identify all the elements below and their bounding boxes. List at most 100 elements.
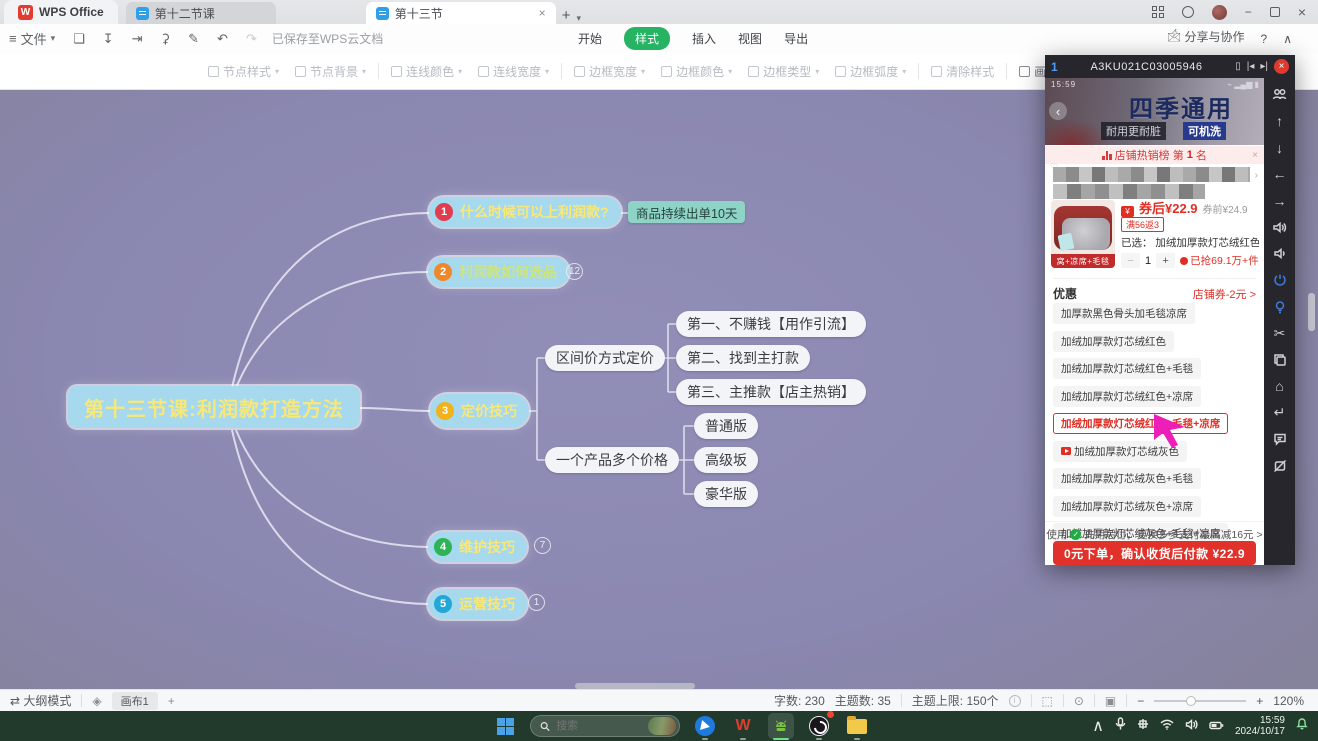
doc-tab-1[interactable]: 第十二节课 — [126, 2, 276, 24]
line-color-button[interactable]: 连线颜色▾ — [391, 63, 462, 80]
edit-pen-icon[interactable]: ✎ — [179, 31, 208, 47]
branch-1[interactable]: 1 什么时候可以上利润款? — [429, 197, 621, 227]
node-background-button[interactable]: 节点背景▾ — [295, 63, 366, 80]
border-radius-button[interactable]: 边框弧度▾ — [835, 63, 906, 80]
doc-tab-2[interactable]: 第十三节 × — [366, 2, 556, 24]
branch-2-collapsed-count[interactable]: 12 — [566, 263, 583, 280]
collapse-ribbon-icon[interactable]: ∧ — [1283, 32, 1292, 46]
bulb-icon[interactable] — [1271, 298, 1288, 315]
microphone-icon[interactable] — [1115, 717, 1126, 735]
order-cta-button[interactable]: 0元下单，确认收货后付款 ¥22.9 — [1053, 541, 1256, 565]
close-tab-icon[interactable]: × — [539, 6, 546, 20]
version-item-1[interactable]: 普通版 — [694, 413, 758, 439]
battery-icon[interactable] — [1209, 717, 1224, 735]
android-emulator-app[interactable] — [768, 713, 794, 739]
search-input[interactable] — [556, 720, 642, 732]
taskbar-search[interactable] — [530, 715, 680, 737]
share-button[interactable]: 🖄 分享与协作 — [1167, 28, 1244, 49]
tab-list-caret-icon[interactable]: ▾ — [576, 13, 581, 24]
menu-start[interactable]: 开始 — [578, 30, 602, 47]
branch-3[interactable]: 3 定价技巧 — [430, 394, 529, 428]
volume-down-icon[interactable] — [1271, 245, 1288, 262]
center-view-icon[interactable]: ⊙ — [1074, 694, 1084, 708]
pricing-group-2[interactable]: 一个产品多个价格 — [545, 447, 679, 473]
locate-icon[interactable]: ⬚ — [1042, 694, 1053, 708]
version-item-2[interactable]: 高级坂 — [694, 447, 758, 473]
version-item-3[interactable]: 豪华版 — [694, 481, 758, 507]
notification-bell-icon[interactable] — [1296, 717, 1308, 735]
next-device-icon[interactable]: ▸| — [1260, 61, 1268, 72]
branch-2[interactable]: 2 利润款如何选品 — [428, 257, 569, 287]
branch-4[interactable]: 4 维护技巧 — [428, 532, 527, 562]
qty-plus-button[interactable]: + — [1156, 253, 1175, 268]
branch-5-collapsed-count[interactable]: 1 — [528, 594, 545, 611]
menu-view[interactable]: 视图 — [738, 30, 762, 47]
zoom-out-button[interactable]: − — [1137, 694, 1144, 708]
branch-5[interactable]: 5 运营技巧 — [428, 589, 527, 619]
home-icon[interactable]: ⌂ — [1271, 378, 1288, 395]
branch-4-collapsed-count[interactable]: 7 — [534, 537, 551, 554]
file-menu[interactable]: ≡ 文件 ▾ — [0, 29, 64, 48]
volume-up-icon[interactable] — [1271, 219, 1288, 236]
zoom-in-button[interactable]: + — [1256, 694, 1263, 708]
sku-option[interactable]: 加绒加厚款灯芯绒红色+毛毯 — [1053, 358, 1201, 379]
node-style-button[interactable]: 节点样式▾ — [208, 63, 279, 80]
sku-option[interactable]: 加绒加厚款灯芯绒灰色+毛毯 — [1053, 468, 1201, 489]
border-type-button[interactable]: 边框类型▾ — [748, 63, 819, 80]
add-canvas-button[interactable]: + — [168, 694, 175, 708]
obs-app[interactable] — [806, 713, 832, 739]
arrow-right-icon[interactable]: → — [1271, 192, 1288, 209]
sku-option[interactable]: 加绒加厚款灯芯绒红色+凉席 — [1053, 386, 1201, 407]
sku-option[interactable]: 加绒加厚款灯芯绒红色 — [1053, 331, 1174, 352]
close-window-button[interactable]: × — [1298, 4, 1306, 20]
help-icon[interactable]: ? — [1261, 32, 1268, 46]
arrow-left-icon[interactable]: ← — [1271, 166, 1288, 183]
menu-insert[interactable]: 插入 — [692, 30, 716, 47]
tray-expand-icon[interactable]: ∧ — [1092, 716, 1104, 736]
border-color-button[interactable]: 边框颜色▾ — [661, 63, 732, 80]
skeleton-icon[interactable]: ◈ — [92, 694, 101, 708]
scissors-icon[interactable]: ✂ — [1271, 325, 1288, 342]
zoom-slider[interactable] — [1154, 700, 1246, 702]
message-icon[interactable] — [1271, 431, 1288, 448]
sku-option-selected[interactable]: 加绒加厚款灯芯绒红色+毛毯+凉席 — [1053, 413, 1228, 434]
minimize-button[interactable]: − — [1245, 5, 1252, 19]
theme-icon[interactable] — [1182, 6, 1194, 18]
snip-tool-icon[interactable] — [1137, 717, 1149, 735]
pricing-item-2[interactable]: 第二、找到主打款 — [676, 345, 810, 371]
zoom-slider-knob[interactable] — [1186, 696, 1196, 706]
clear-style-button[interactable]: 清除样式 — [931, 63, 994, 80]
banner-close-icon[interactable]: × — [1252, 150, 1258, 161]
maximize-button[interactable] — [1270, 7, 1280, 17]
wifi-icon[interactable] — [1160, 717, 1174, 735]
copy-icon[interactable] — [1271, 351, 1288, 368]
wps-office-tab[interactable]: W WPS Office — [4, 0, 118, 24]
format-painter-icon[interactable]: ⚳ — [152, 31, 180, 47]
group-control-icon[interactable] — [1271, 86, 1288, 103]
pay-later-hint[interactable]: 使用 ✓ 先用后付，更换多多支付最高减16元 > — [1045, 521, 1264, 542]
line-width-button[interactable]: 连线宽度▾ — [478, 63, 549, 80]
export-icon[interactable]: ⇥ — [123, 31, 152, 47]
user-avatar[interactable] — [1212, 5, 1227, 20]
close-phone-window-button[interactable]: × — [1274, 59, 1289, 74]
outline-mode-button[interactable]: ⇄ 大纲模式 — [10, 692, 71, 709]
file-explorer-app[interactable] — [844, 713, 870, 739]
pricing-item-1[interactable]: 第一、不赚钱【用作引流】 — [676, 311, 866, 337]
new-window-icon[interactable]: ❏ — [64, 31, 94, 47]
bestseller-banner[interactable]: 店铺热销榜 第 1 名 × — [1045, 146, 1264, 164]
device-icon[interactable]: ▯ — [1235, 61, 1241, 72]
sku-option[interactable]: 加绒加厚款灯芯绒灰色+凉席 — [1053, 496, 1201, 517]
return-icon[interactable]: ↵ — [1271, 404, 1288, 421]
redo-icon[interactable]: ↷ — [237, 31, 266, 47]
workspace-grid-icon[interactable] — [1152, 6, 1164, 18]
arrow-down-icon[interactable]: ↓ — [1271, 139, 1288, 156]
branch-1-child[interactable]: 商品持续出单10天 — [628, 201, 745, 223]
wps-app[interactable]: W — [730, 713, 756, 739]
root-topic[interactable]: 第十三节课:利润款打造方法 — [68, 386, 360, 428]
speaker-icon[interactable] — [1185, 717, 1198, 735]
arrow-up-icon[interactable]: ↑ — [1271, 113, 1288, 130]
tray-clock[interactable]: 15:59 2024/10/17 — [1235, 715, 1285, 737]
border-width-button[interactable]: 边框宽度▾ — [574, 63, 645, 80]
start-button[interactable] — [492, 713, 518, 739]
back-button[interactable]: ‹ — [1049, 102, 1067, 120]
